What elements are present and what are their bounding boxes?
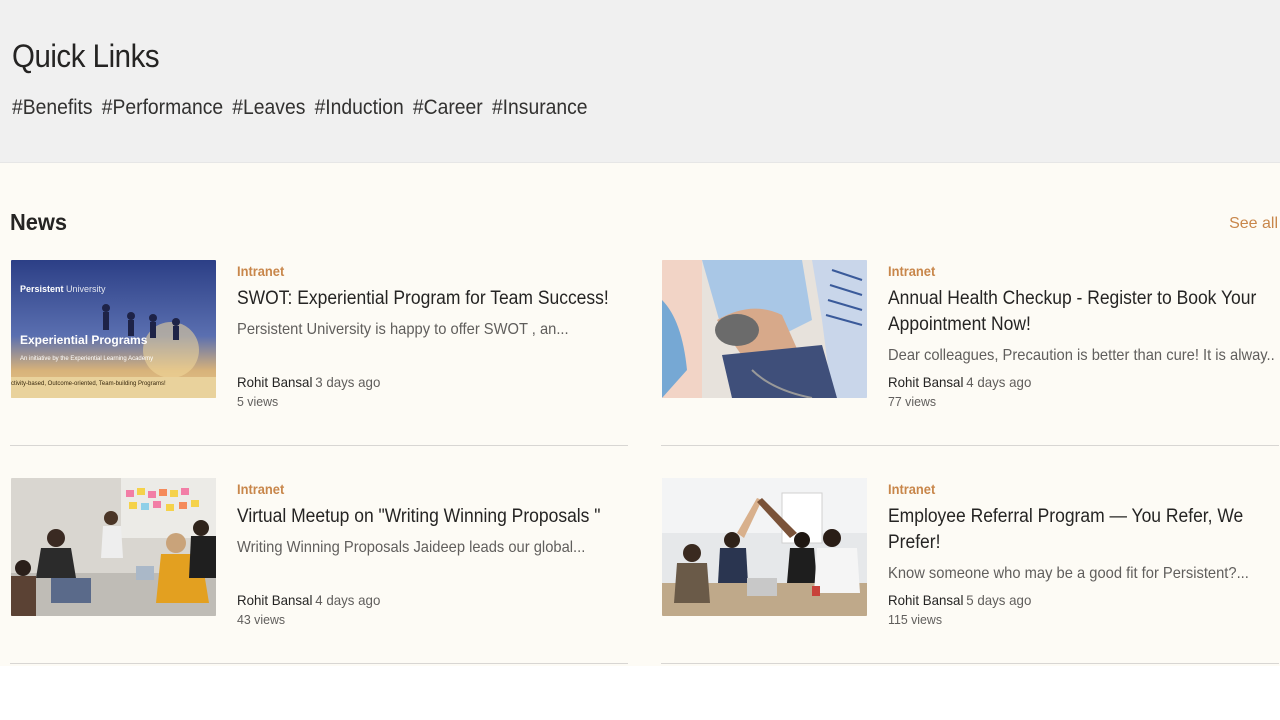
news-views: 115 views <box>888 612 943 627</box>
news-thumbnail[interactable] <box>662 478 867 616</box>
news-card[interactable]: Intranet Employee Referral Program — You… <box>661 478 1279 664</box>
thumb-footer: ctivity-based, Outcome-oriented, Team-bu… <box>11 381 166 387</box>
news-meta: Rohit Bansal 5 days ago <box>888 592 1031 608</box>
tag-career[interactable]: #Career <box>413 96 483 120</box>
news-headline[interactable]: Annual Health Checkup - Register to Book… <box>888 286 1274 338</box>
news-card-body: Intranet Annual Health Checkup - Registe… <box>888 260 1276 365</box>
quick-links-section: Quick Links #Benefits #Performance #Leav… <box>0 0 1280 163</box>
news-views: 43 views <box>237 612 286 627</box>
news-category[interactable]: Intranet <box>888 263 1245 279</box>
news-date: 4 days ago <box>966 374 1032 390</box>
news-card[interactable]: Intranet Annual Health Checkup - Registe… <box>661 260 1279 446</box>
news-excerpt: Writing Winning Proposals Jaideep leads … <box>237 539 586 556</box>
news-card[interactable]: Persistent University Experiential Progr… <box>10 260 628 446</box>
news-card-body: Intranet Virtual Meetup on "Writing Winn… <box>237 478 625 557</box>
news-headline[interactable]: SWOT: Experiential Program for Team Succ… <box>237 286 623 312</box>
news-category[interactable]: Intranet <box>237 263 594 279</box>
news-category[interactable]: Intranet <box>888 481 1245 497</box>
news-meta: Rohit Bansal 3 days ago <box>237 374 380 390</box>
thumb-brand: Persistent University <box>20 284 106 294</box>
news-headline[interactable]: Employee Referral Program — You Refer, W… <box>888 504 1274 556</box>
news-thumbnail[interactable] <box>11 478 216 616</box>
news-date: 3 days ago <box>315 374 381 390</box>
tag-performance[interactable]: #Performance <box>102 96 223 120</box>
news-excerpt: Persistent University is happy to offer … <box>237 321 569 338</box>
tag-benefits[interactable]: #Benefits <box>12 96 93 120</box>
news-excerpt: Know someone who may be a good fit for P… <box>888 565 1249 582</box>
news-meta: Rohit Bansal 4 days ago <box>888 374 1031 390</box>
news-author[interactable]: Rohit Bansal <box>237 374 312 390</box>
news-author[interactable]: Rohit Bansal <box>237 592 312 608</box>
news-card-body: Intranet SWOT: Experiential Program for … <box>237 260 625 339</box>
news-headline[interactable]: Virtual Meetup on "Writing Winning Propo… <box>237 504 623 530</box>
tag-insurance[interactable]: #Insurance <box>492 96 588 120</box>
news-views: 77 views <box>888 394 937 409</box>
news-title: News <box>10 209 68 235</box>
news-category[interactable]: Intranet <box>237 481 594 497</box>
news-card-body: Intranet Employee Referral Program — You… <box>888 478 1276 583</box>
news-date: 5 days ago <box>966 592 1032 608</box>
news-excerpt: Dear colleagues, Precaution is better th… <box>888 347 1275 364</box>
tag-leaves[interactable]: #Leaves <box>232 96 305 120</box>
news-views: 5 views <box>237 394 279 409</box>
news-thumbnail[interactable] <box>662 260 867 398</box>
thumb-heading: Experiential Programs <box>20 333 148 347</box>
news-thumbnail[interactable]: Persistent University Experiential Progr… <box>11 260 216 398</box>
see-all-link[interactable]: See all <box>1229 215 1278 233</box>
tag-induction[interactable]: #Induction <box>315 96 404 120</box>
thumb-subheading: An initiative by the Experiential Learni… <box>20 356 154 362</box>
quick-links-tags: #Benefits #Performance #Leaves #Inductio… <box>12 96 588 120</box>
news-meta: Rohit Bansal 4 days ago <box>237 592 380 608</box>
news-card[interactable]: Intranet Virtual Meetup on "Writing Winn… <box>10 478 628 664</box>
news-date: 4 days ago <box>315 592 381 608</box>
quick-links-title: Quick Links <box>12 38 160 74</box>
news-author[interactable]: Rohit Bansal <box>888 374 963 390</box>
news-author[interactable]: Rohit Bansal <box>888 592 963 608</box>
news-section: News See all Persistent University Exper… <box>0 163 1280 666</box>
